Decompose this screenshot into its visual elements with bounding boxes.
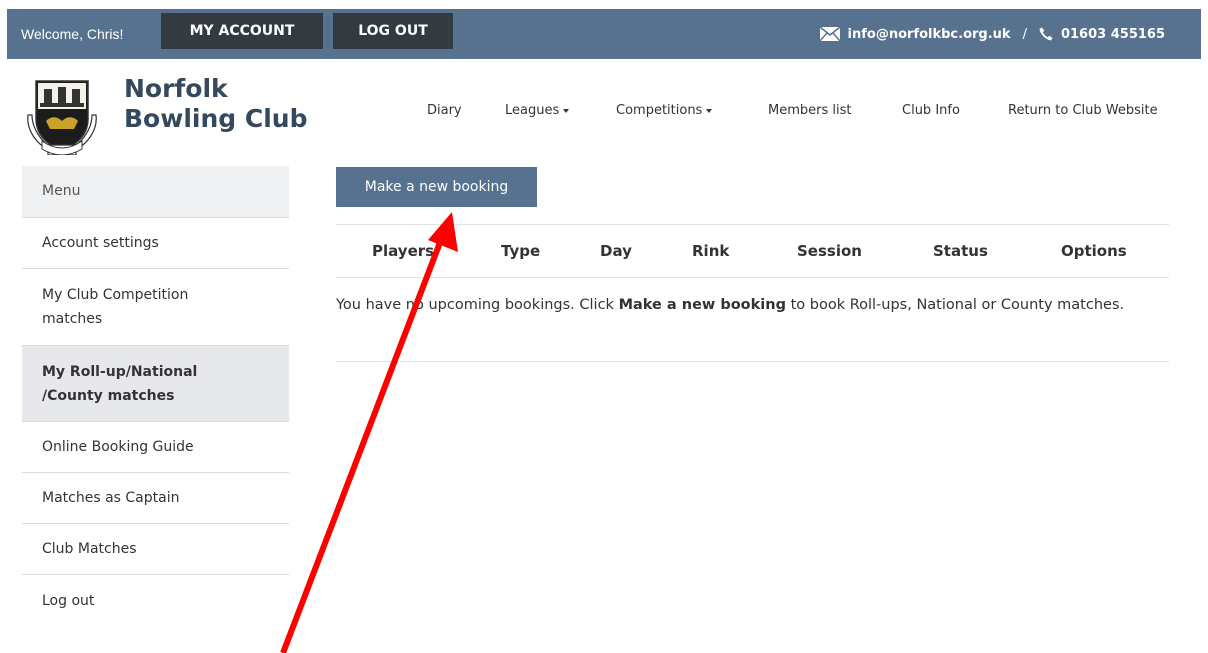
annotation-arrow-icon bbox=[280, 212, 458, 653]
